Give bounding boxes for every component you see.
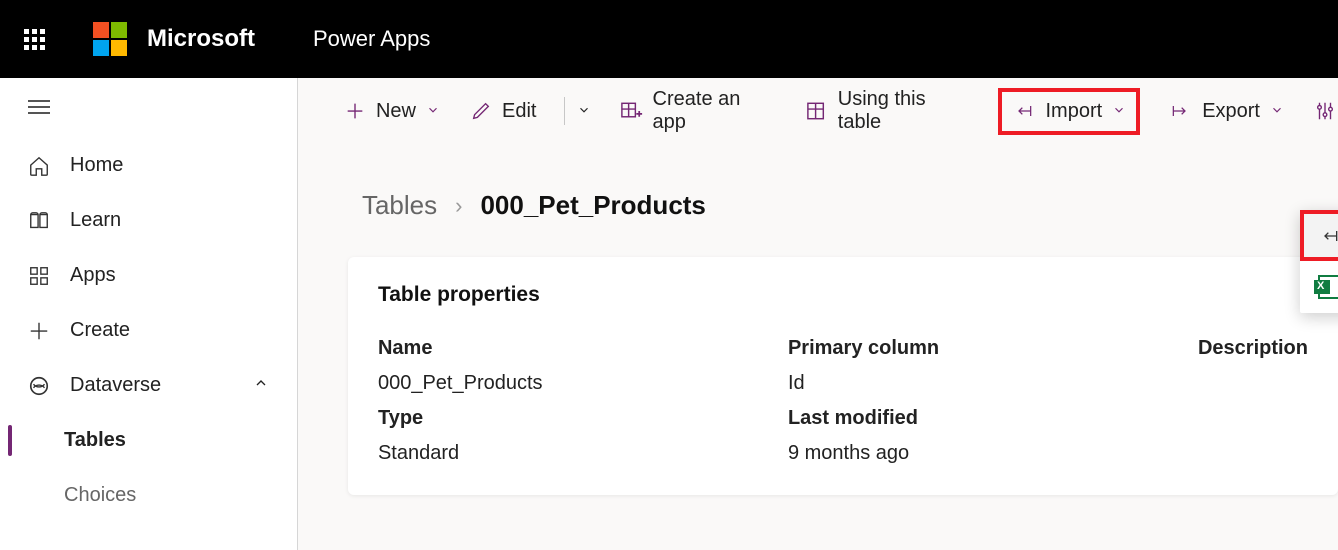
dataverse-icon: [28, 375, 50, 397]
cmd-label: Using this table: [838, 88, 970, 134]
sidebar-item-label: Choices: [64, 484, 136, 507]
export-button[interactable]: Export: [1166, 96, 1286, 127]
app-launcher-icon[interactable]: [24, 29, 45, 50]
chevron-down-icon: [1112, 100, 1126, 123]
import-excel-item[interactable]: Import data from Excel: [1300, 261, 1338, 313]
import-data-item[interactable]: Import data: [1300, 210, 1338, 261]
chevron-down-icon: [1270, 100, 1284, 123]
sidebar-item-label: Apps: [70, 264, 116, 287]
chevron-up-icon: [253, 374, 269, 397]
breadcrumb: Tables › 000_Pet_Products: [298, 144, 1338, 245]
cmd-label: New: [376, 100, 416, 123]
prop-name-label: Name: [378, 337, 788, 360]
top-header: Microsoft Power Apps: [0, 0, 1338, 78]
sidebar-item-apps[interactable]: Apps: [0, 248, 297, 303]
sidebar-item-label: Create: [70, 319, 130, 342]
sidebar: Home Learn Apps Create Dataverse: [0, 78, 298, 550]
microsoft-logo-icon: [93, 22, 127, 56]
prop-type-label: Type: [378, 407, 788, 430]
breadcrumb-current: 000_Pet_Products: [480, 190, 705, 221]
prop-name-value: 000_Pet_Products: [378, 372, 788, 395]
sidebar-item-label: Dataverse: [70, 374, 161, 397]
cmd-label: Create an app: [653, 88, 775, 134]
cmd-label: Edit: [502, 100, 536, 123]
sidebar-item-learn[interactable]: Learn: [0, 193, 297, 248]
home-icon: [28, 155, 50, 177]
sidebar-item-choices[interactable]: Choices: [0, 468, 297, 523]
sidebar-item-home[interactable]: Home: [0, 138, 297, 193]
sidebar-item-create[interactable]: Create: [0, 303, 297, 358]
brand-label: Microsoft: [147, 25, 255, 53]
command-bar: New Edit Create an app Using this table …: [298, 78, 1338, 144]
sidebar-item-label: Home: [70, 154, 123, 177]
prop-primary-label: Primary column: [788, 337, 1198, 360]
import-dropdown: Import data Import data from Excel: [1300, 210, 1338, 313]
using-table-button[interactable]: Using this table: [803, 84, 972, 138]
chevron-down-icon[interactable]: [577, 100, 591, 123]
chevron-right-icon: ›: [455, 193, 462, 219]
sidebar-item-tables[interactable]: Tables: [0, 413, 297, 468]
grid-icon: [28, 265, 50, 287]
edit-button[interactable]: Edit: [468, 96, 538, 127]
main-area: New Edit Create an app Using this table …: [298, 78, 1338, 550]
settings-button[interactable]: [1312, 96, 1338, 126]
properties-card: Table properties Name Primary column Des…: [348, 257, 1338, 495]
prop-modified-label: Last modified: [788, 407, 1198, 430]
app-name-label: Power Apps: [313, 26, 430, 52]
plus-icon: [28, 320, 50, 342]
import-button[interactable]: Import: [998, 88, 1141, 135]
prop-type-value: Standard: [378, 442, 788, 465]
chevron-down-icon: [426, 100, 440, 123]
book-icon: [28, 210, 50, 232]
create-app-button[interactable]: Create an app: [617, 84, 776, 138]
new-button[interactable]: New: [342, 96, 442, 127]
cmd-label: Export: [1202, 100, 1260, 123]
prop-primary-value: Id: [788, 372, 1198, 395]
divider: [564, 97, 565, 125]
sidebar-item-dataverse[interactable]: Dataverse: [0, 358, 297, 413]
sidebar-item-label: Tables: [64, 429, 126, 452]
card-title: Table properties: [378, 283, 1308, 307]
prop-description-label: Description: [1198, 337, 1308, 360]
cmd-label: Import: [1046, 100, 1103, 123]
sidebar-item-label: Learn: [70, 209, 121, 232]
excel-icon: [1318, 275, 1338, 299]
breadcrumb-root[interactable]: Tables: [362, 190, 437, 221]
menu-toggle-icon[interactable]: [0, 88, 78, 138]
prop-modified-value: 9 months ago: [788, 442, 1198, 465]
